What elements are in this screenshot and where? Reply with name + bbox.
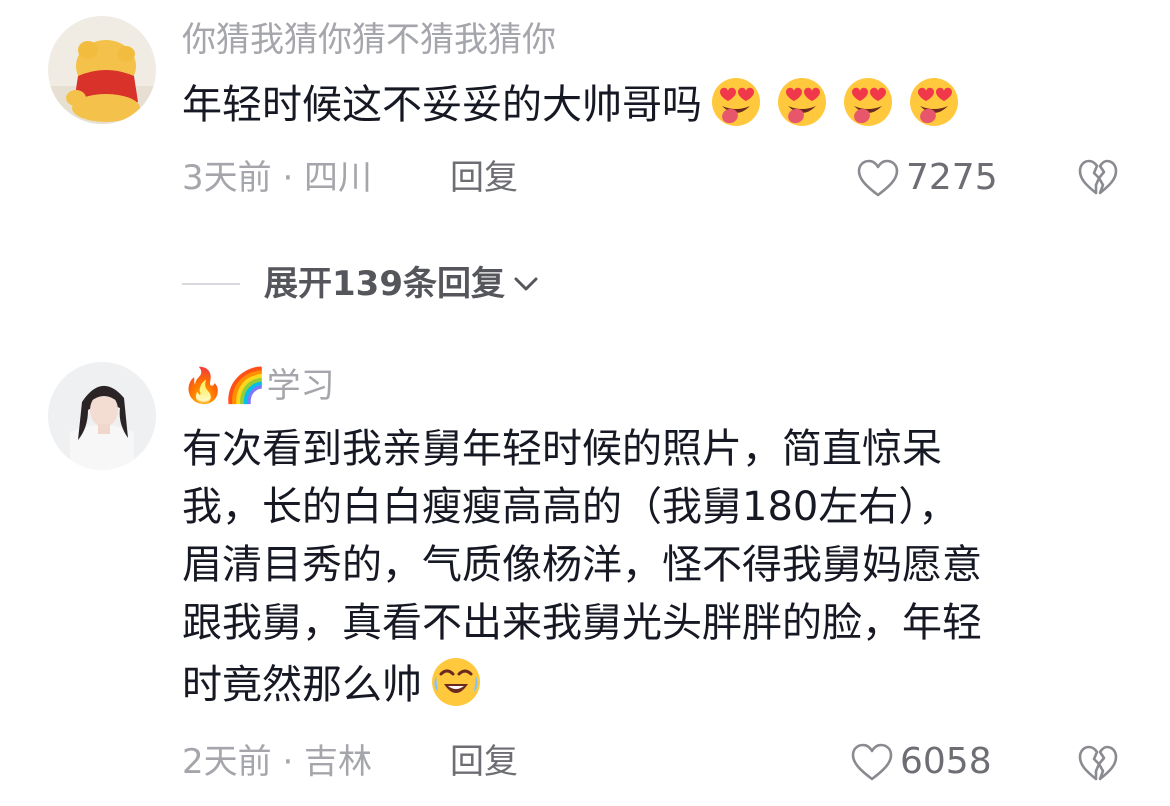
expand-replies-row: 展开139条回复 xyxy=(182,262,541,306)
dislike-button[interactable] xyxy=(1078,158,1118,200)
like-button[interactable]: 7275 xyxy=(856,156,998,200)
heart-outline-icon xyxy=(857,159,899,197)
like-button[interactable]: 6058 xyxy=(850,740,992,784)
username-text: 你猜我猜你猜不猜我猜你 xyxy=(182,20,556,60)
heart-eyes-tongue-emoji-icon xyxy=(778,78,826,126)
comment-line: 年轻时候这不妥妥的大帅哥吗 xyxy=(182,72,1122,134)
comment-item: 你猜我猜你猜不猜我猜你 年轻时候这不妥妥的大帅哥吗 3天前 · 四川 回复 72… xyxy=(0,0,1170,230)
broken-heart-icon xyxy=(1078,159,1118,195)
comment-line: 有次看到我亲舅年轻时候的照片，简直惊呆 xyxy=(182,426,942,472)
username[interactable]: 🔥🌈学习 xyxy=(182,364,335,408)
comment-line: 眉清目秀的，气质像杨洋，怪不得我舅妈愿意 xyxy=(182,542,982,588)
comment-text: 年轻时候这不妥妥的大帅哥吗 xyxy=(182,72,1122,134)
heart-outline-icon xyxy=(851,743,893,781)
avatar[interactable] xyxy=(48,16,156,124)
expand-replies-label: 展开139条回复 xyxy=(264,264,505,304)
username[interactable]: 你猜我猜你猜不猜我猜你 xyxy=(182,18,556,62)
like-count: 6058 xyxy=(900,741,992,782)
divider xyxy=(182,283,240,285)
heart-eyes-tongue-emoji-icon xyxy=(712,78,760,126)
heart-eyes-tongue-emoji-icon xyxy=(844,78,892,126)
comment-item: 🔥🌈学习 有次看到我亲舅年轻时候的照片，简直惊呆 我，长的白白瘦瘦高高的（我舅1… xyxy=(0,350,1170,806)
crying-laughing-emoji-icon xyxy=(432,658,480,706)
heart-eyes-tongue-emoji-icon xyxy=(910,78,958,126)
like-count: 7275 xyxy=(906,157,998,198)
fire-rainbow-emoji-icon: 🔥🌈 xyxy=(182,366,267,406)
username-text: 学习 xyxy=(266,366,335,406)
broken-heart-icon xyxy=(1078,745,1118,781)
chevron-down-icon xyxy=(514,277,538,291)
reply-button[interactable]: 回复 xyxy=(450,156,518,200)
reply-button[interactable]: 回复 xyxy=(450,740,518,784)
comment-line-text: 年轻时候这不妥妥的大帅哥吗 xyxy=(182,82,702,128)
comment-line: 我，长的白白瘦瘦高高的（我舅180左右）， xyxy=(182,484,959,530)
comment-text: 有次看到我亲舅年轻时候的照片，简直惊呆 我，长的白白瘦瘦高高的（我舅180左右）… xyxy=(182,420,1122,714)
comment-line: 跟我舅，真看不出来我舅光头胖胖的脸，年轻 xyxy=(182,600,982,646)
comment-meta: 2天前 · 吉林 xyxy=(182,742,373,782)
comment-line: 时竟然那么帅 xyxy=(182,652,1122,714)
expand-replies-button[interactable]: 展开139条回复 xyxy=(264,262,541,306)
avatar[interactable] xyxy=(48,362,156,470)
emoji-group xyxy=(708,72,972,134)
comment-line-text: 时竟然那么帅 xyxy=(182,662,422,708)
comment-meta: 3天前 · 四川 xyxy=(182,158,373,198)
dislike-button[interactable] xyxy=(1078,744,1118,786)
